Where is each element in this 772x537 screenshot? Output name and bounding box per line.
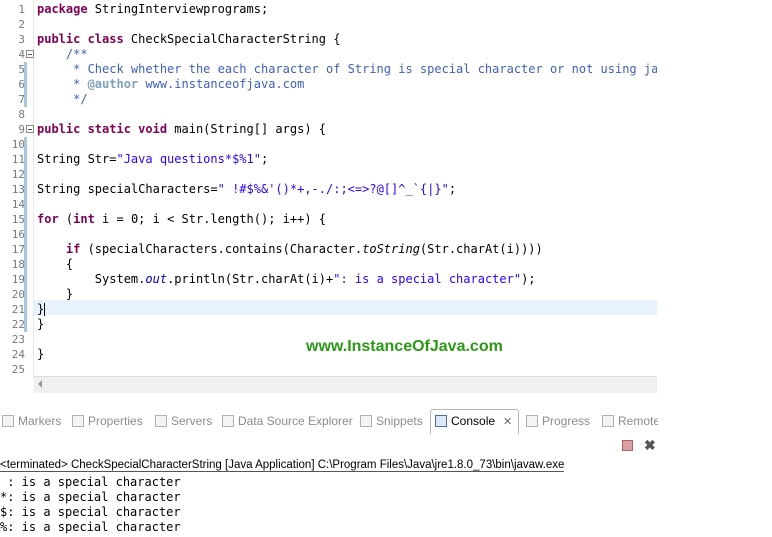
- code-editor[interactable]: 1 2 3 4 5 6 7 8 9 10 11 12 13 14 15 16 17 18 19 20 21 22 23 24 2…: [0, 0, 657, 378]
- change-bar: [24, 182, 27, 197]
- code-line: */: [37, 92, 88, 106]
- remove-launch-icon[interactable]: ✖: [644, 437, 656, 454]
- line-number: 23: [11, 333, 25, 346]
- tab-console[interactable]: Console ✕: [430, 409, 520, 434]
- fold-collapse-icon[interactable]: [26, 125, 34, 133]
- progress-icon: [526, 415, 538, 427]
- change-bar: [24, 257, 27, 272]
- bottom-panel-tabbar: Markers Properties Servers Data Source E…: [0, 407, 772, 434]
- line-number: 20: [11, 288, 25, 301]
- code-line: public class CheckSpecialCharacterString…: [37, 32, 341, 46]
- watermark-text: www.InstanceOfJava.com: [306, 338, 503, 355]
- console-output[interactable]: : is a special character *: is a special…: [0, 475, 181, 535]
- change-bar: [24, 152, 27, 167]
- change-bar: [24, 317, 27, 332]
- tab-remote[interactable]: Remote: [602, 411, 658, 431]
- change-bar: [24, 302, 27, 317]
- code-line: * @author www.instanceofjava.com: [37, 77, 305, 91]
- line-number: 16: [11, 228, 25, 241]
- line-number: 15: [11, 213, 25, 226]
- console-output-line: $: is a special character: [0, 505, 181, 519]
- line-number: 25: [11, 363, 25, 376]
- close-icon[interactable]: ✕: [503, 411, 512, 433]
- code-line: if (specialCharacters.contains(Character…: [65, 242, 543, 256]
- change-bar: [24, 287, 27, 302]
- data-source-icon: [222, 415, 234, 427]
- tab-snippets[interactable]: Snippets: [360, 411, 423, 431]
- scroll-left-arrow-icon[interactable]: [38, 380, 42, 388]
- code-line: }: [37, 317, 45, 331]
- line-number: 19: [11, 273, 25, 286]
- line-number: 11: [11, 153, 25, 166]
- change-bar: [24, 212, 27, 227]
- tab-progress[interactable]: Progress: [526, 411, 590, 431]
- code-line: System.out.println(Str.charAt(i)+": is a…: [37, 272, 536, 286]
- console-output-line: *: is a special character: [0, 490, 181, 504]
- tab-properties[interactable]: Properties: [72, 411, 143, 431]
- tab-markers[interactable]: Markers: [2, 411, 61, 431]
- tab-servers[interactable]: Servers: [155, 411, 212, 431]
- line-number: 10: [11, 138, 25, 151]
- line-number: 9: [18, 123, 25, 136]
- change-bar: [24, 242, 27, 257]
- change-bar: [24, 227, 27, 242]
- code-line: package StringInterviewprograms;: [37, 2, 269, 16]
- change-bar: [24, 62, 27, 77]
- line-number: 13: [11, 183, 25, 196]
- line-number: 2: [18, 18, 25, 31]
- code-line: {: [37, 257, 74, 271]
- line-number: 5: [18, 63, 25, 76]
- code-line: }: [37, 302, 46, 316]
- code-line: }: [37, 347, 45, 361]
- line-number: 3: [18, 33, 25, 46]
- line-number: 1: [18, 3, 25, 16]
- properties-icon: [72, 415, 84, 427]
- current-line-highlight: [34, 300, 657, 315]
- change-bar: [24, 77, 27, 92]
- change-bar: [24, 197, 27, 212]
- line-number: 14: [11, 198, 25, 211]
- change-bar: [24, 272, 27, 287]
- line-number: 22: [11, 318, 25, 331]
- console-icon: [435, 415, 447, 427]
- change-bar: [24, 92, 27, 107]
- line-number: 4: [18, 48, 25, 61]
- console-toolbar: ✖: [622, 437, 662, 454]
- console-output-line: %: is a special character: [0, 520, 181, 534]
- line-number: 7: [18, 93, 25, 106]
- code-line: String Str="Java questions*$%1";: [37, 152, 269, 166]
- code-line: String specialCharacters=" !#$%&'()*+,-.…: [37, 182, 457, 196]
- line-number: 21: [11, 303, 25, 316]
- line-number: 6: [18, 78, 25, 91]
- fold-collapse-icon[interactable]: [26, 50, 34, 58]
- line-number: 8: [18, 108, 25, 121]
- remote-icon: [602, 415, 614, 427]
- tab-data-source-explorer[interactable]: Data Source Explorer: [222, 411, 353, 431]
- snippets-icon: [360, 415, 372, 427]
- line-number: 24: [11, 348, 25, 361]
- editor-horizontal-scrollbar[interactable]: [34, 376, 657, 393]
- line-number: 12: [11, 168, 25, 181]
- console-output-line: : is a special character: [0, 475, 181, 489]
- line-number: 17: [11, 243, 25, 256]
- markers-icon: [2, 415, 14, 427]
- code-line: }: [37, 287, 74, 301]
- code-line: * Check whether the each character of St…: [37, 62, 657, 76]
- code-line: /**: [65, 47, 88, 61]
- code-line: public static void main(String[] args) {: [37, 122, 326, 136]
- line-number-gutter: 1 2 3 4 5 6 7 8 9 10 11 12 13 14 15 16 17 18 19 20 21 22 23 24 2…: [0, 0, 34, 378]
- code-line: for (int i = 0; i < Str.length(); i++) {: [37, 212, 327, 226]
- console-status-line: <terminated> CheckSpecialCharacterString…: [0, 459, 565, 472]
- change-bar: [24, 137, 27, 152]
- change-bar: [24, 167, 27, 182]
- line-number: 18: [11, 258, 25, 271]
- servers-icon: [155, 415, 167, 427]
- terminate-button[interactable]: [622, 440, 633, 451]
